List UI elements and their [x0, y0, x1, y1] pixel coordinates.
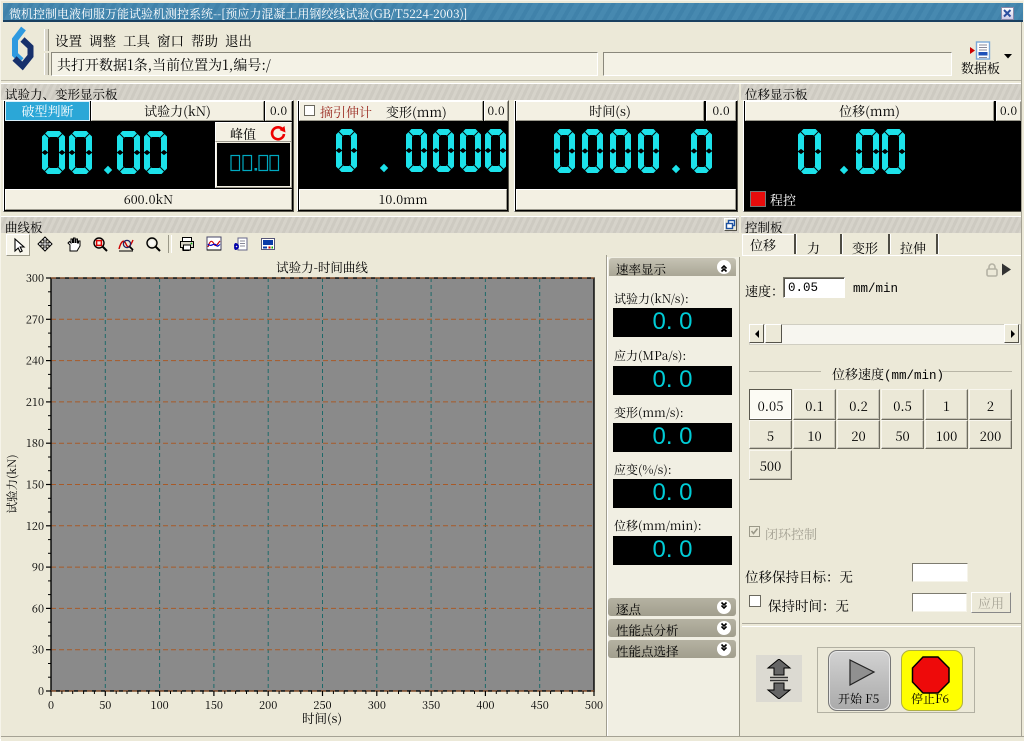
svg-text:200: 200 [259, 697, 277, 713]
svg-text:240: 240 [26, 353, 44, 369]
svg-text:150: 150 [26, 477, 44, 493]
svg-text:180: 180 [26, 435, 44, 451]
svg-text:0: 0 [48, 697, 54, 713]
svg-text:210: 210 [26, 394, 44, 410]
svg-text:270: 270 [26, 311, 44, 327]
svg-text:450: 450 [531, 697, 549, 713]
svg-text:60: 60 [32, 600, 44, 616]
svg-text:时间(s): 时间(s) [302, 709, 342, 727]
svg-text:90: 90 [32, 559, 44, 575]
svg-text:500: 500 [585, 697, 603, 713]
svg-text:150: 150 [205, 697, 223, 713]
svg-text:30: 30 [32, 642, 44, 658]
svg-text:300: 300 [368, 697, 386, 713]
svg-text:350: 350 [422, 697, 440, 713]
svg-text:400: 400 [476, 697, 494, 713]
svg-text:50: 50 [99, 697, 111, 713]
svg-text:试验力(kN): 试验力(kN) [4, 454, 20, 513]
svg-text:120: 120 [26, 518, 44, 534]
svg-text:300: 300 [26, 270, 44, 286]
svg-text:0: 0 [38, 683, 44, 699]
svg-text:试验力-时间曲线: 试验力-时间曲线 [276, 258, 368, 276]
svg-text:100: 100 [151, 697, 169, 713]
